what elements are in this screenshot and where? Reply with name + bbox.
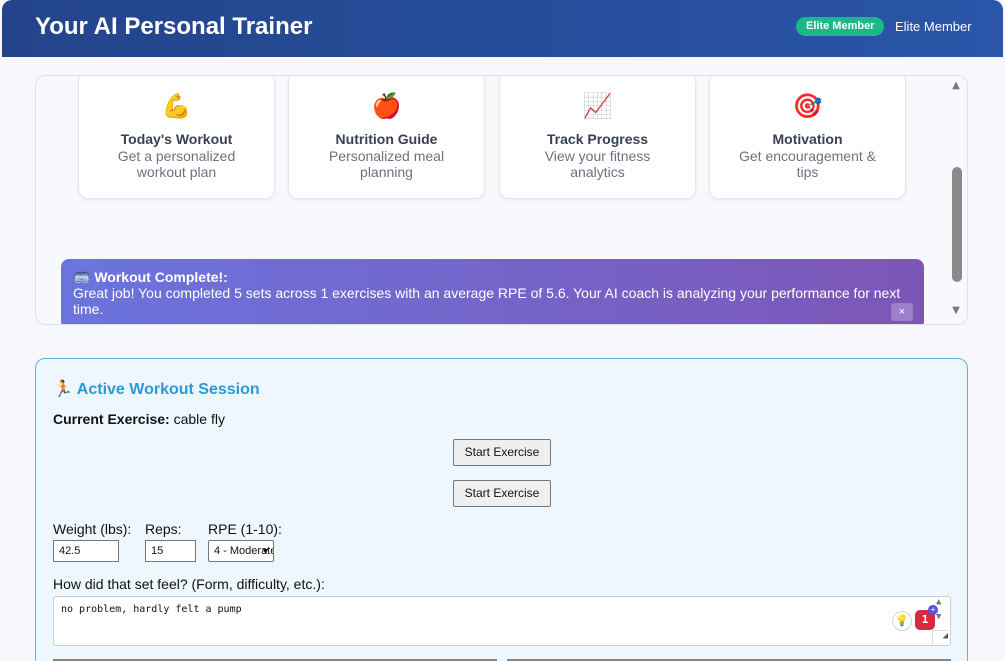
reps-input[interactable]: 15 [145, 540, 196, 562]
card-description: Get a personalized workout plan [117, 148, 236, 180]
weight-input[interactable]: 42.5 [53, 540, 119, 562]
card-nutrition-guide[interactable]: 🍎 Nutrition Guide Personalized meal plan… [288, 76, 485, 199]
app-title: Your AI Personal Trainer [35, 13, 313, 40]
card-description: Personalized meal planning [328, 148, 445, 180]
feature-panel: 💪 Today's Workout Get a personalized wor… [35, 75, 968, 325]
runner-icon: 🏃 [53, 381, 73, 398]
card-todays-workout[interactable]: 💪 Today's Workout Get a personalized wor… [78, 76, 275, 199]
resize-handle-icon[interactable]: ◢ [932, 630, 948, 644]
session-title: 🏃 Active Workout Session [53, 381, 260, 398]
current-exercise: Current Exercise: cable fly [53, 411, 225, 427]
scroll-down-arrow-icon[interactable]: ▼ [936, 612, 941, 622]
card-title: Nutrition Guide [335, 131, 438, 147]
membership-badge: Elite Member [796, 17, 885, 36]
card-title: Today's Workout [120, 131, 233, 147]
workout-complete-notification: 🥽 Workout Complete!: Great job! You comp… [61, 259, 924, 324]
start-exercise-button[interactable]: Start Exercise [453, 439, 551, 466]
scroll-down-arrow-icon[interactable]: ▼ [948, 305, 964, 319]
card-title: Motivation [772, 131, 843, 147]
flexed-biceps-icon: 💪 [161, 92, 192, 120]
start-exercise-button-2[interactable]: Start Exercise [453, 480, 551, 507]
app-header: Your AI Personal Trainer Elite Member El… [2, 0, 1003, 57]
current-exercise-value: cable fly [173, 411, 225, 427]
card-title: Track Progress [546, 131, 649, 147]
membership-label: Elite Member [895, 19, 972, 34]
chevron-down-icon: ▼ [261, 546, 270, 556]
feel-label: How did that set feel? (Form, difficulty… [53, 576, 325, 592]
rpe-label: RPE (1-10): [208, 521, 282, 537]
close-button[interactable]: × [891, 303, 913, 321]
scroll-up-arrow-icon[interactable]: ▲ [948, 80, 964, 94]
active-workout-session: 🏃 Active Workout Session Current Exercis… [35, 358, 968, 661]
card-motivation[interactable]: 🎯 Motivation Get encouragement & tips [709, 76, 906, 199]
chart-increasing-icon: 📈 [582, 92, 613, 120]
feel-text: no problem, hardly felt a pump [61, 604, 242, 615]
card-description: Get encouragement & tips [739, 148, 876, 180]
scroll-up-arrow-icon[interactable]: ▲ [936, 597, 941, 607]
weight-label: Weight (lbs): [53, 521, 132, 537]
goggles-icon: 🥽 [73, 269, 91, 285]
reps-label: Reps: [145, 521, 182, 537]
feel-textarea[interactable]: no problem, hardly felt a pump 💡 1 + ▲ ▼… [53, 596, 951, 646]
lightbulb-icon[interactable]: 💡 [892, 611, 912, 631]
card-description: View your fitness analytics [544, 148, 651, 180]
card-track-progress[interactable]: 📈 Track Progress View your fitness analy… [499, 76, 696, 199]
notification-title: 🥽 Workout Complete!: [73, 269, 228, 285]
apple-icon: 🍎 [371, 92, 402, 120]
target-icon: 🎯 [792, 92, 823, 120]
notification-message: Great job! You completed 5 sets across 1… [73, 285, 901, 317]
current-exercise-label: Current Exercise: [53, 411, 170, 427]
rpe-select[interactable]: 4 - Moderate ▼ [208, 540, 274, 562]
scrollbar-thumb[interactable] [952, 167, 962, 282]
